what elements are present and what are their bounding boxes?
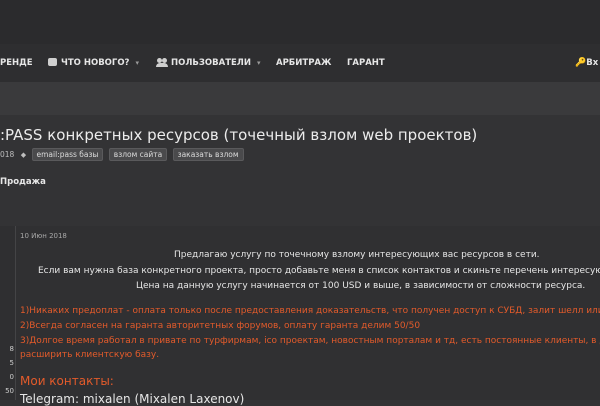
key-icon: 🔑 bbox=[575, 58, 587, 68]
tag-icon: ◆ bbox=[20, 150, 27, 159]
nav-item-arbitrage[interactable]: АРБИТРАЖ bbox=[276, 44, 331, 82]
author-column: 8 5 0 50 bbox=[0, 226, 16, 400]
post-point: расширить клиентскую базу. bbox=[20, 350, 160, 360]
login-button[interactable]: 🔑Вх bbox=[575, 44, 598, 82]
users-icon bbox=[156, 57, 168, 67]
nav-item-partial[interactable]: РЕНДЕ bbox=[0, 44, 33, 82]
top-bar bbox=[0, 0, 600, 44]
nav-item-users[interactable]: ПОЛЬЗОВАТЕЛИ ▾ bbox=[156, 44, 261, 82]
author-stat: 50 bbox=[5, 387, 14, 395]
section-label[interactable]: Продажа bbox=[0, 177, 46, 187]
main-navigation: РЕНДЕ ЧТО НОВОГО? ▾ ПОЛЬЗОВАТЕЛИ ▾ АРБИТРА… bbox=[0, 44, 600, 83]
post-body: 10 Июн 2018 Предлагаю услугу по точечном… bbox=[16, 226, 600, 406]
post-point: 2)Всегда согласен на гаранта авторитетны… bbox=[20, 321, 421, 331]
tag-email-pass[interactable]: email:pass базы bbox=[31, 148, 104, 161]
post-text-line: Если вам нужна база конкретного проекта,… bbox=[38, 266, 600, 276]
thread-title: :PASS конкретных ресурсов (точечный взло… bbox=[0, 126, 478, 144]
post-text-line: Цена на данную услугу начинается от 100 … bbox=[136, 281, 586, 291]
sub-navigation bbox=[0, 83, 600, 115]
telegram-contact: Telegram: mixalen (Mixalen Laxenov) bbox=[20, 392, 245, 406]
tag-site-hack[interactable]: взлом сайта bbox=[108, 148, 168, 161]
author-stat: 8 bbox=[9, 345, 14, 353]
chevron-down-icon[interactable]: ▾ bbox=[135, 59, 139, 67]
chevron-down-icon[interactable]: ▾ bbox=[257, 59, 261, 67]
thread-date: 018 bbox=[0, 150, 15, 159]
chat-icon bbox=[48, 57, 57, 66]
post-text-line: Предлагаю услугу по точечному взлому инт… bbox=[174, 250, 540, 260]
author-stat: 5 bbox=[9, 359, 14, 367]
post: 8 5 0 50 10 Июн 2018 Предлагаю услугу по… bbox=[0, 226, 600, 406]
author-stat: 0 bbox=[9, 373, 14, 381]
post-point: 1)Никаких предоплат - оплата только посл… bbox=[20, 306, 600, 316]
nav-item-whats-new[interactable]: ЧТО НОВОГО? ▾ bbox=[48, 44, 139, 82]
nav-item-guarantee[interactable]: ГАРАНТ bbox=[347, 44, 385, 82]
post-date[interactable]: 10 Июн 2018 bbox=[20, 232, 67, 240]
contacts-heading: Мои контакты: bbox=[20, 374, 114, 388]
thread-meta: 018 ◆ email:pass базы взлом сайта заказа… bbox=[0, 148, 247, 162]
tag-order-hack[interactable]: заказать взлом bbox=[172, 148, 244, 161]
post-point: 3)Долгое время работал в привате по турф… bbox=[20, 336, 600, 346]
